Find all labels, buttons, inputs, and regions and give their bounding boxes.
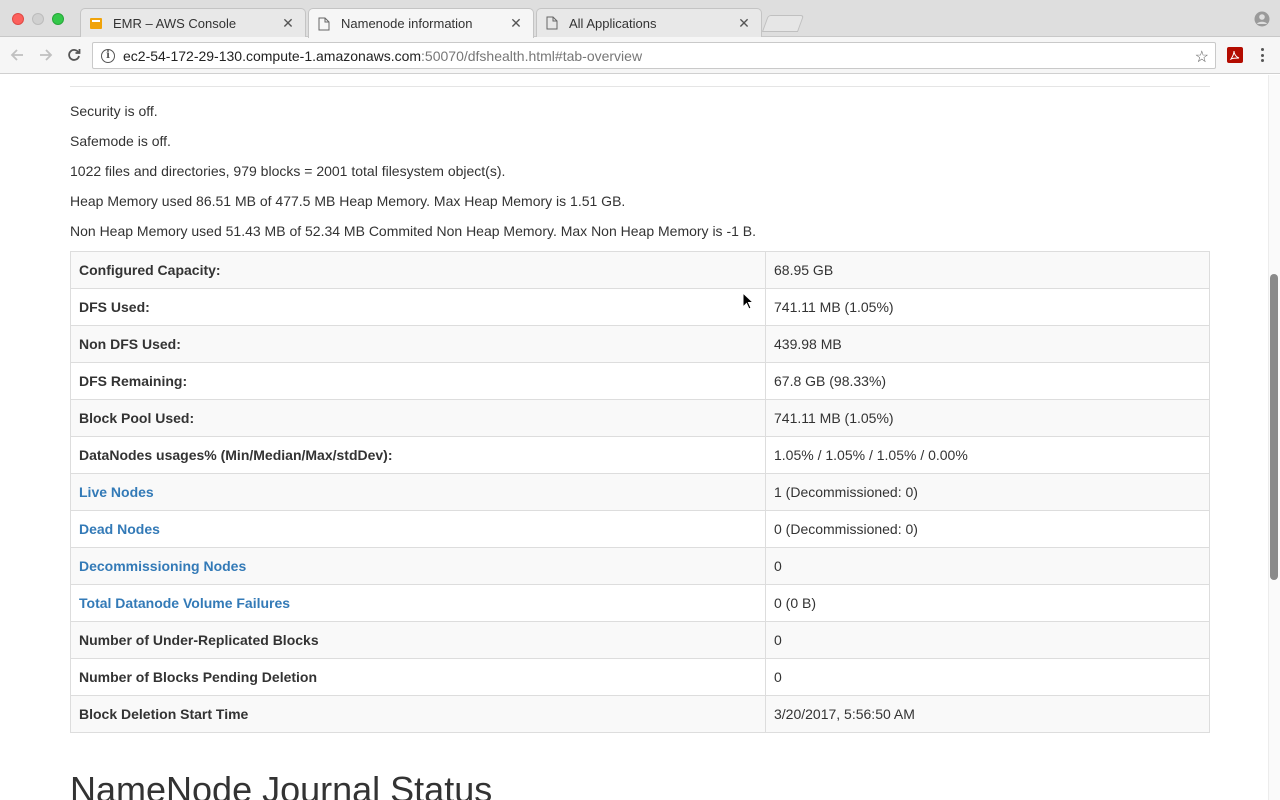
close-tab-icon[interactable]: ✕ [509, 15, 523, 32]
row-key: Non DFS Used: [70, 325, 766, 363]
cluster-summary-table: Configured Capacity: 68.95 GB DFS Used: … [70, 251, 1210, 733]
row-key: Block Pool Used: [70, 399, 766, 437]
row-value: 68.95 GB [765, 251, 1210, 289]
back-arrow-icon[interactable] [8, 46, 26, 64]
row-value: 439.98 MB [765, 325, 1210, 363]
security-status: Security is off. [70, 103, 158, 119]
row-value: 0 (Decommissioned: 0) [765, 510, 1210, 548]
table-row: Live Nodes 1 (Decommissioned: 0) [70, 473, 1210, 511]
safemode-status: Safemode is off. [70, 133, 171, 149]
row-key: Block Deletion Start Time [70, 695, 766, 733]
scrollbar-thumb[interactable] [1270, 274, 1278, 580]
volume-failures-link[interactable]: Total Datanode Volume Failures [79, 595, 290, 611]
bookmark-star-icon[interactable]: ☆ [1195, 47, 1209, 67]
table-row: DFS Remaining: 67.8 GB (98.33%) [70, 362, 1210, 400]
tab-label: All Applications [569, 15, 657, 31]
page-icon [317, 17, 331, 31]
row-key-cell: Dead Nodes [70, 510, 766, 548]
info-icon[interactable]: i [101, 48, 115, 63]
divider [70, 86, 1210, 87]
row-value: 67.8 GB (98.33%) [765, 362, 1210, 400]
reload-icon[interactable] [65, 46, 83, 64]
row-value: 3/20/2017, 5:56:50 AM [765, 695, 1210, 733]
row-key-cell: Decommissioning Nodes [70, 547, 766, 585]
filesystem-objects-summary: 1022 files and directories, 979 blocks =… [70, 163, 506, 179]
table-row: Configured Capacity: 68.95 GB [70, 251, 1210, 289]
decommissioning-nodes-link[interactable]: Decommissioning Nodes [79, 558, 246, 574]
close-tab-icon[interactable]: ✕ [737, 15, 751, 32]
row-key-cell: Live Nodes [70, 473, 766, 511]
dead-nodes-link[interactable]: Dead Nodes [79, 521, 160, 537]
table-row: Total Datanode Volume Failures 0 (0 B) [70, 584, 1210, 622]
tab-namenode-information[interactable]: Namenode information ✕ [308, 8, 534, 38]
table-row: Dead Nodes 0 (Decommissioned: 0) [70, 510, 1210, 548]
row-value: 0 [765, 658, 1210, 696]
row-value: 741.11 MB (1.05%) [765, 399, 1210, 437]
row-value: 0 (0 B) [765, 584, 1210, 622]
table-row: Decommissioning Nodes 0 [70, 547, 1210, 585]
aws-icon [89, 16, 103, 30]
maximize-window-button[interactable] [52, 13, 64, 25]
close-tab-icon[interactable]: ✕ [281, 15, 295, 32]
table-row: Number of Under-Replicated Blocks 0 [70, 621, 1210, 659]
table-row: Block Deletion Start Time 3/20/2017, 5:5… [70, 695, 1210, 733]
url-host: ec2-54-172-29-130.compute-1.amazonaws.co… [123, 47, 422, 64]
row-key: DFS Used: [70, 288, 766, 326]
table-row: DFS Used: 741.11 MB (1.05%) [70, 288, 1210, 326]
row-value: 0 [765, 621, 1210, 659]
close-window-button[interactable] [12, 13, 24, 25]
row-key: DataNodes usages% (Min/Median/Max/stdDev… [70, 436, 766, 474]
tab-all-applications[interactable]: All Applications ✕ [536, 8, 762, 37]
mouse-cursor-icon [742, 291, 755, 310]
tab-label: EMR – AWS Console [113, 15, 237, 31]
row-key: Configured Capacity: [70, 251, 766, 289]
browser-toolbar: i ec2-54-172-29-130.compute-1.amazonaws.… [0, 37, 1280, 74]
row-key: Number of Under-Replicated Blocks [70, 621, 766, 659]
page-content: Security is off. Safemode is off. 1022 f… [0, 75, 1268, 800]
minimize-window-button[interactable] [32, 13, 44, 25]
table-row: Non DFS Used: 439.98 MB [70, 325, 1210, 363]
row-value: 1.05% / 1.05% / 1.05% / 0.00% [765, 436, 1210, 474]
journal-status-heading: NameNode Journal Status [70, 769, 493, 800]
browser-titlebar: EMR – AWS Console ✕ Namenode information… [0, 0, 1280, 38]
row-key: Number of Blocks Pending Deletion [70, 658, 766, 696]
row-value: 741.11 MB (1.05%) [765, 288, 1210, 326]
forward-arrow-icon[interactable] [37, 46, 55, 64]
row-key: DFS Remaining: [70, 362, 766, 400]
tab-emr-console[interactable]: EMR – AWS Console ✕ [80, 8, 306, 37]
row-key-cell: Total Datanode Volume Failures [70, 584, 766, 622]
non-heap-memory-summary: Non Heap Memory used 51.43 MB of 52.34 M… [70, 223, 757, 239]
tab-label: Namenode information [341, 16, 473, 31]
url-path: :50070/dfshealth.html#tab-overview [421, 47, 643, 64]
pdf-extension-icon[interactable] [1227, 47, 1243, 63]
profile-icon[interactable] [1254, 11, 1270, 27]
table-row: Number of Blocks Pending Deletion 0 [70, 658, 1210, 696]
heap-memory-summary: Heap Memory used 86.51 MB of 477.5 MB He… [70, 193, 626, 209]
menu-kebab-icon[interactable] [1256, 46, 1268, 64]
live-nodes-link[interactable]: Live Nodes [79, 484, 154, 500]
row-value: 0 [765, 547, 1210, 585]
row-value: 1 (Decommissioned: 0) [765, 473, 1210, 511]
address-bar[interactable]: i ec2-54-172-29-130.compute-1.amazonaws.… [92, 42, 1216, 69]
table-row: DataNodes usages% (Min/Median/Max/stdDev… [70, 436, 1210, 474]
table-row: Block Pool Used: 741.11 MB (1.05%) [70, 399, 1210, 437]
page-icon [545, 16, 559, 30]
new-tab-button[interactable] [761, 15, 805, 32]
